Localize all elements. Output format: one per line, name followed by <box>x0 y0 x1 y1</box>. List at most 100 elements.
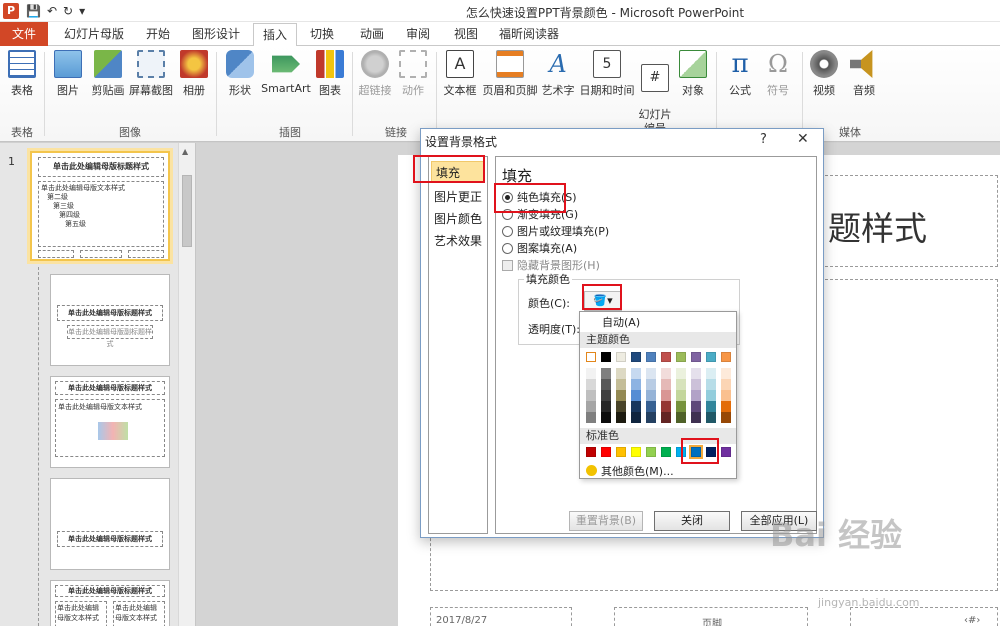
tab-animations[interactable]: 动画 <box>352 22 392 46</box>
chart-button[interactable]: 图表 <box>314 50 346 98</box>
theme-shade-swatch[interactable] <box>646 390 656 401</box>
theme-shade-swatch[interactable] <box>616 412 626 423</box>
thumbnail-layout-section[interactable]: 单击此处编辑母版标题样式 <box>50 478 170 570</box>
screenshot-button[interactable]: 屏幕截图 <box>128 50 174 98</box>
theme-shade-swatch[interactable] <box>676 368 686 379</box>
standard-color-swatch[interactable] <box>616 447 626 457</box>
theme-color-swatch[interactable] <box>706 352 716 362</box>
picture-fill-option[interactable]: 图片或纹理填充(P) <box>502 223 609 239</box>
tab-slide-master[interactable]: 幻灯片母版 <box>56 22 132 46</box>
theme-shade-swatch[interactable] <box>631 379 641 390</box>
more-colors-option[interactable]: 其他颜色(M)... <box>586 463 674 479</box>
theme-shade-swatch[interactable] <box>676 390 686 401</box>
standard-color-swatch[interactable] <box>631 447 641 457</box>
scrollbar-thumb[interactable] <box>182 175 192 247</box>
theme-color-swatch[interactable] <box>616 352 626 362</box>
theme-shade-swatch[interactable] <box>601 401 611 412</box>
theme-shade-swatch[interactable] <box>601 368 611 379</box>
object-button[interactable]: 对象 <box>676 50 710 98</box>
theme-color-swatch[interactable] <box>661 352 671 362</box>
thumbnail-scrollbar[interactable]: ▲ <box>178 143 195 626</box>
clipart-button[interactable]: 剪贴画 <box>88 50 128 98</box>
header-footer-button[interactable]: 页眉和页脚 <box>480 50 540 98</box>
theme-shade-swatch[interactable] <box>631 368 641 379</box>
shapes-button[interactable]: 形状 <box>222 50 258 98</box>
action-button[interactable]: 动作 <box>396 50 430 98</box>
theme-shade-swatch[interactable] <box>676 401 686 412</box>
slide-thumbnail-pane[interactable]: 1 单击此处编辑母版标题样式 单击此处编辑母版文本样式 第二级 第三级 第四级 … <box>0 143 196 626</box>
reset-background-button[interactable]: 重置背景(B) <box>569 511 643 531</box>
theme-color-swatch[interactable] <box>676 352 686 362</box>
theme-shade-swatch[interactable] <box>721 412 731 423</box>
theme-shade-swatch[interactable] <box>586 401 596 412</box>
standard-color-swatch[interactable] <box>721 447 731 457</box>
nav-picture-corrections[interactable]: 图片更正 <box>434 188 482 205</box>
scroll-up-icon[interactable]: ▲ <box>182 147 188 156</box>
textbox-button[interactable]: A 文本框 <box>440 50 480 98</box>
thumbnail-layout-title[interactable]: 单击此处编辑母版标题样式 单击此处编辑母版副标题样式 <box>50 274 170 366</box>
theme-color-swatch[interactable] <box>646 352 656 362</box>
tab-file[interactable]: 文件 <box>0 22 48 46</box>
theme-shade-swatch[interactable] <box>586 368 596 379</box>
theme-shade-swatch[interactable] <box>661 401 671 412</box>
theme-shade-swatch[interactable] <box>616 401 626 412</box>
theme-shade-swatch[interactable] <box>631 412 641 423</box>
standard-color-swatch[interactable] <box>601 447 611 457</box>
theme-shade-swatch[interactable] <box>586 390 596 401</box>
table-button[interactable]: 表格 <box>4 50 40 98</box>
tab-view[interactable]: 视图 <box>446 22 486 46</box>
theme-color-swatch[interactable] <box>601 352 611 362</box>
smartart-button[interactable]: SmartArt <box>258 50 314 95</box>
thumbnail-master-slide[interactable]: 单击此处编辑母版标题样式 单击此处编辑母版文本样式 第二级 第三级 第四级 第五… <box>30 151 170 261</box>
theme-shade-swatch[interactable] <box>676 379 686 390</box>
standard-color-swatch[interactable] <box>661 447 671 457</box>
theme-shade-swatch[interactable] <box>601 379 611 390</box>
thumbnail-layout-two-content[interactable]: 单击此处编辑母版标题样式 单击此处编辑母版文本样式 单击此处编辑母版文本样式 <box>50 580 170 626</box>
theme-color-swatch[interactable] <box>691 352 701 362</box>
theme-shade-swatch[interactable] <box>706 379 716 390</box>
tab-design[interactable]: 图形设计 <box>184 22 248 46</box>
audio-button[interactable]: 音频 <box>846 50 882 98</box>
standard-color-swatch[interactable] <box>586 447 596 457</box>
theme-shade-swatch[interactable] <box>616 368 626 379</box>
theme-shade-swatch[interactable] <box>601 390 611 401</box>
nav-artistic-effects[interactable]: 艺术效果 <box>434 232 482 249</box>
theme-shade-swatch[interactable] <box>646 379 656 390</box>
datetime-button[interactable]: 5 日期和时间 <box>578 50 636 98</box>
theme-shade-swatch[interactable] <box>721 368 731 379</box>
pattern-fill-radio[interactable] <box>502 242 513 254</box>
equation-button[interactable]: π 公式 <box>722 50 758 98</box>
tab-insert[interactable]: 插入 <box>253 23 297 48</box>
theme-shade-swatch[interactable] <box>631 390 641 401</box>
theme-shade-swatch[interactable] <box>706 390 716 401</box>
theme-shade-swatch[interactable] <box>706 412 716 423</box>
close-button[interactable]: 关闭 <box>654 511 730 531</box>
theme-shade-swatch[interactable] <box>691 368 701 379</box>
close-icon[interactable]: ✕ <box>797 131 809 147</box>
hide-background-graphics-checkbox[interactable] <box>502 259 513 271</box>
theme-shade-swatch[interactable] <box>646 412 656 423</box>
standard-color-swatch[interactable] <box>646 447 656 457</box>
tab-foxit-reader[interactable]: 福昕阅读器 <box>494 22 564 46</box>
theme-shade-swatch[interactable] <box>691 390 701 401</box>
theme-shade-swatch[interactable] <box>691 401 701 412</box>
help-icon[interactable]: ? <box>760 132 767 147</box>
tab-review[interactable]: 审阅 <box>398 22 438 46</box>
theme-color-swatch[interactable] <box>721 352 731 362</box>
theme-shade-swatch[interactable] <box>661 390 671 401</box>
theme-shade-swatch[interactable] <box>691 412 701 423</box>
tab-transitions[interactable]: 切换 <box>302 22 342 46</box>
theme-color-swatch[interactable] <box>631 352 641 362</box>
theme-shade-swatch[interactable] <box>646 368 656 379</box>
theme-shade-swatch[interactable] <box>616 379 626 390</box>
theme-shade-swatch[interactable] <box>676 412 686 423</box>
theme-shade-swatch[interactable] <box>706 401 716 412</box>
theme-shade-swatch[interactable] <box>586 379 596 390</box>
slide-number-button[interactable]: # 幻灯片 编号 <box>636 50 674 136</box>
theme-shade-swatch[interactable] <box>721 379 731 390</box>
video-button[interactable]: 视频 <box>806 50 842 98</box>
picture-fill-radio[interactable] <box>502 225 513 237</box>
theme-shade-swatch[interactable] <box>601 412 611 423</box>
automatic-color-option[interactable]: 自动(A) <box>580 314 736 330</box>
theme-shade-swatch[interactable] <box>646 401 656 412</box>
